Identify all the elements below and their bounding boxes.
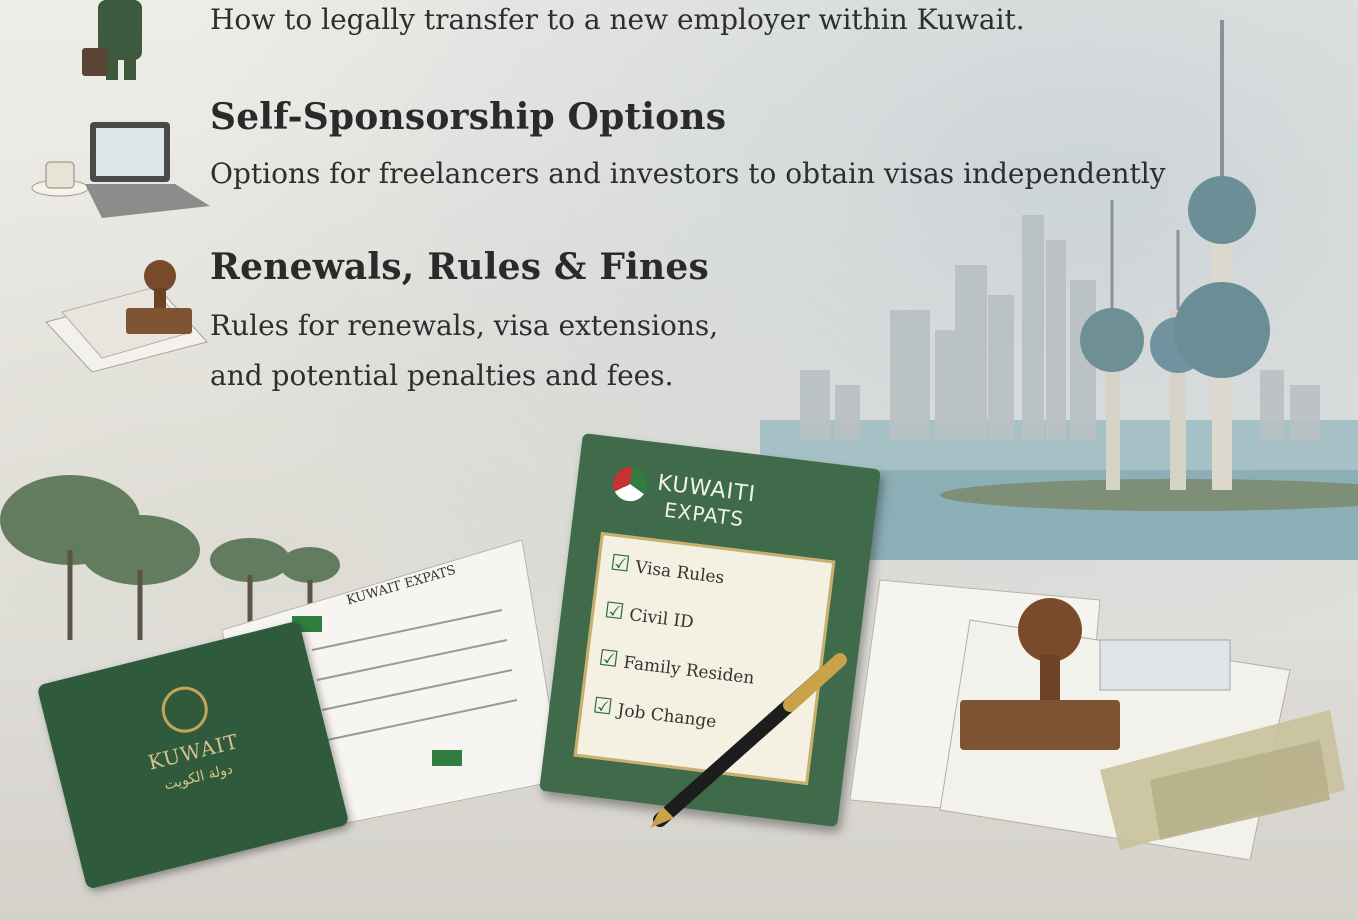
item-3-description-line-1: Rules for renewals, visa extensions, (210, 309, 719, 342)
checklist-item: ☑ Civil ID (603, 598, 695, 633)
checkmark-icon: ☑ (597, 645, 620, 673)
item-2-description: Options for freelancers and investors to… (210, 157, 1166, 190)
checkmark-icon: ☑ (608, 550, 632, 578)
book-flag-icon (611, 465, 650, 504)
laptop-icon (31, 122, 210, 218)
pen-icon (650, 653, 847, 828)
passport-emblem-icon (156, 681, 213, 738)
infographic-scene: How to legally transfer to a new employe… (0, 0, 1358, 920)
stamp-icon (45, 260, 208, 373)
item-1-description: How to legally transfer to a new employe… (210, 3, 1025, 36)
checkmark-icon: ☑ (603, 598, 626, 626)
checkmark-icon: ☑ (591, 693, 615, 721)
item-3-description-line-2: and potential penalties and fees. (210, 359, 674, 392)
checklist-item: ☑ Visa Rules (608, 550, 726, 589)
item-2-title: Self-Sponsorship Options (210, 96, 727, 138)
businessman-icon (82, 0, 142, 80)
item-3-title: Renewals, Rules & Fines (210, 246, 709, 288)
documents-and-stamp-illustration (850, 579, 1345, 860)
